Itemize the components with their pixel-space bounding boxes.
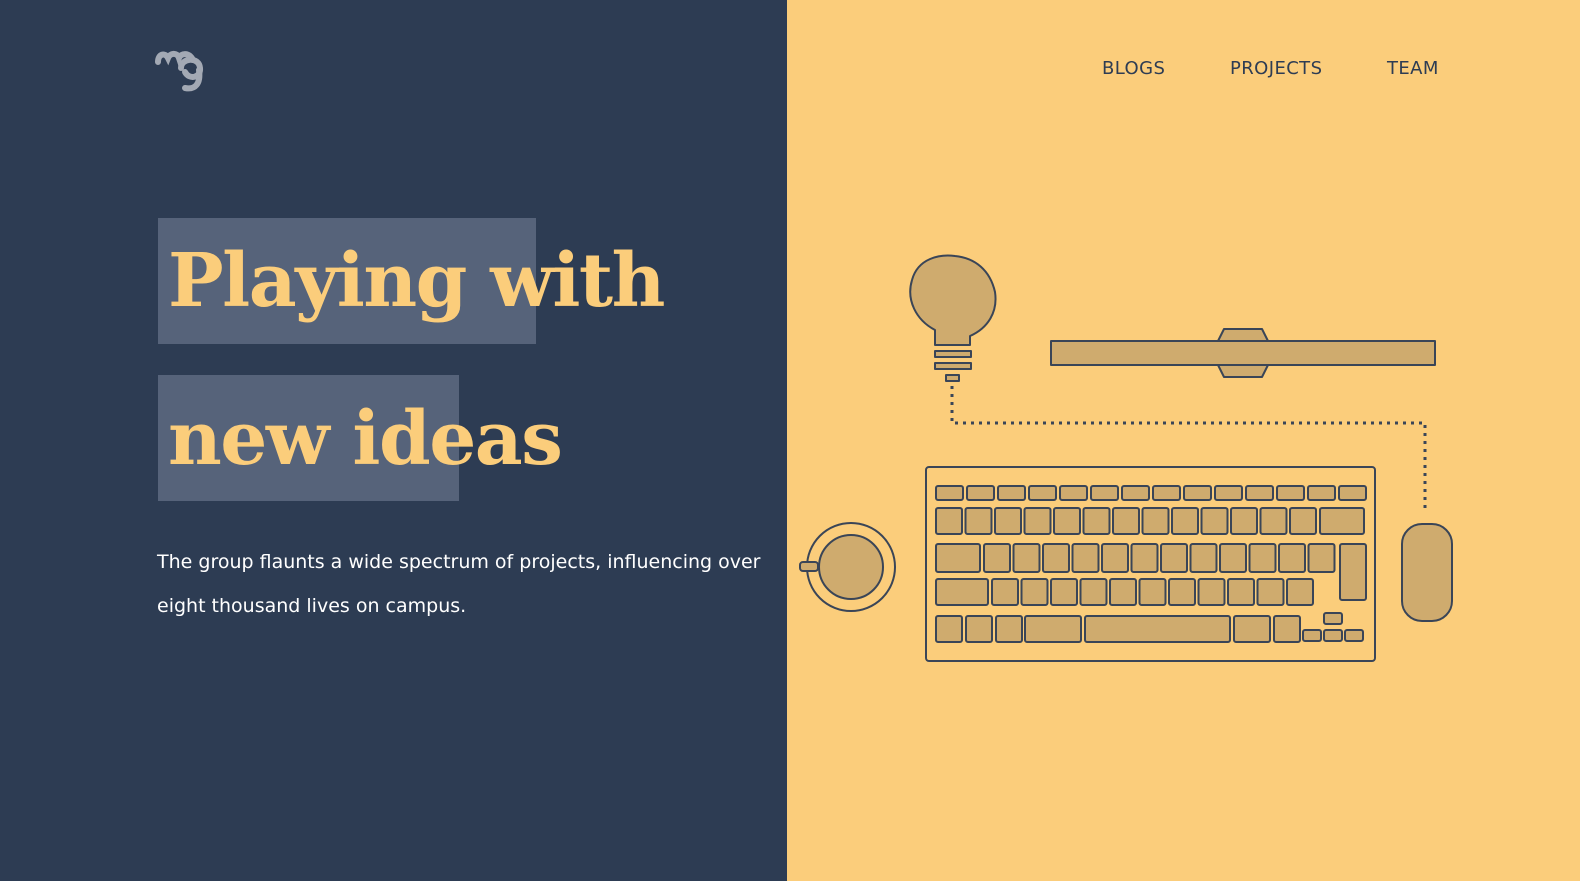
keyboard-key bbox=[1286, 578, 1314, 606]
keyboard-key bbox=[1197, 578, 1226, 606]
keyboard-key bbox=[1233, 615, 1271, 643]
keyboard-key bbox=[1273, 615, 1301, 643]
keyboard-key bbox=[1168, 578, 1196, 606]
keyboard-key bbox=[1138, 578, 1167, 606]
keyboard-key bbox=[1023, 507, 1052, 535]
keyboard-key bbox=[1152, 485, 1181, 501]
keyboard-key bbox=[935, 485, 964, 501]
keyboard-key bbox=[1344, 629, 1364, 642]
keyboard-key bbox=[1227, 578, 1255, 606]
keyboard-key bbox=[1183, 485, 1212, 501]
keyboard-key bbox=[1042, 543, 1070, 573]
keyboard-key bbox=[1307, 543, 1336, 573]
keyboard-key bbox=[1289, 507, 1317, 535]
keyboard-key bbox=[1109, 578, 1137, 606]
keyboard-key bbox=[1307, 485, 1336, 501]
keyboard-icon bbox=[925, 466, 1376, 662]
keyboard-key bbox=[935, 615, 963, 643]
keyboard-key bbox=[991, 578, 1019, 606]
headline-line-1: Playing with bbox=[168, 238, 665, 324]
keyboard-key bbox=[1160, 543, 1188, 573]
hero-description: The group flaunts a wide spectrum of pro… bbox=[157, 551, 761, 617]
desk-illustration bbox=[799, 254, 1453, 662]
keyboard-key bbox=[1319, 507, 1365, 535]
keyboard-key bbox=[935, 578, 989, 606]
keyboard-key bbox=[1214, 485, 1243, 501]
keyboard-key bbox=[935, 543, 981, 573]
mg-logo-icon[interactable] bbox=[155, 48, 207, 94]
keyboard-key bbox=[1245, 485, 1274, 501]
keyboard-key bbox=[1053, 507, 1081, 535]
keyboard-key bbox=[983, 543, 1011, 573]
keyboard-key bbox=[1200, 507, 1229, 535]
keyboard-key bbox=[965, 615, 993, 643]
monitor-stand-icon bbox=[1050, 328, 1436, 378]
keyboard-key bbox=[1323, 629, 1343, 642]
keyboard-key bbox=[964, 507, 993, 535]
keyboard-key bbox=[1101, 543, 1129, 573]
keyboard-key bbox=[935, 507, 963, 535]
keyboard-key bbox=[994, 507, 1022, 535]
mouse-icon bbox=[1401, 523, 1453, 622]
keyboard-key bbox=[1339, 543, 1367, 601]
keyboard-key bbox=[1024, 615, 1082, 643]
keyboard-key bbox=[1084, 615, 1231, 643]
keyboard-key bbox=[1050, 578, 1078, 606]
keyboard-key bbox=[1141, 507, 1170, 535]
keyboard-key bbox=[1338, 485, 1367, 501]
keyboard-key bbox=[1323, 612, 1343, 625]
keyboard-key bbox=[1219, 543, 1247, 573]
headline-line-2: new ideas bbox=[168, 396, 563, 482]
keyboard-key bbox=[1079, 578, 1108, 606]
keyboard-key bbox=[1276, 485, 1305, 501]
keyboard-key bbox=[1278, 543, 1306, 573]
keyboard-key bbox=[1121, 485, 1150, 501]
keyboard-key bbox=[1082, 507, 1111, 535]
lightbulb-icon bbox=[909, 254, 997, 382]
keyboard-key bbox=[1012, 543, 1041, 573]
keyboard-key bbox=[1189, 543, 1218, 573]
keyboard-key bbox=[1112, 507, 1140, 535]
keyboard-key bbox=[966, 485, 995, 501]
keyboard-key bbox=[1259, 507, 1288, 535]
keyboard-key bbox=[1171, 507, 1199, 535]
keyboard-key bbox=[1090, 485, 1119, 501]
keyboard-key bbox=[1059, 485, 1088, 501]
keyboard-key bbox=[995, 615, 1023, 643]
keyboard-key bbox=[1230, 507, 1258, 535]
keyboard-key bbox=[1302, 629, 1322, 642]
keyboard-key bbox=[1256, 578, 1285, 606]
keyboard-key bbox=[997, 485, 1026, 501]
keyboard-key bbox=[1028, 485, 1057, 501]
keyboard-key bbox=[1248, 543, 1277, 573]
keyboard-key bbox=[1020, 578, 1049, 606]
keyboard-key bbox=[1071, 543, 1100, 573]
coffee-cup-icon bbox=[799, 522, 896, 612]
keyboard-key bbox=[1130, 543, 1159, 573]
